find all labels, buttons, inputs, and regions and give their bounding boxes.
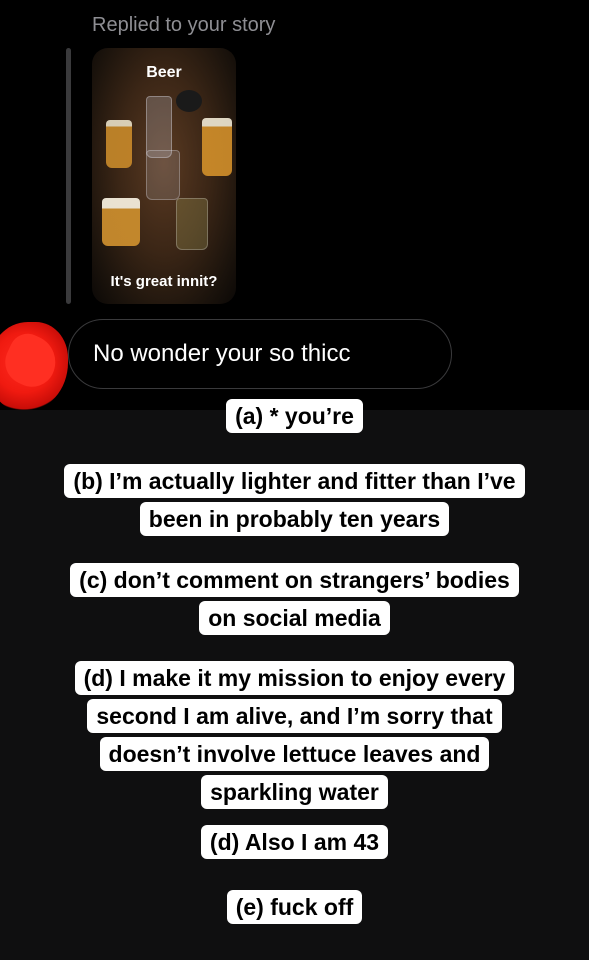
beer-glass xyxy=(106,120,132,168)
story-thumbnail[interactable]: Beer It's great innit? xyxy=(92,48,236,304)
story-caption: It's great innit? xyxy=(110,273,218,290)
beer-glass xyxy=(102,198,140,246)
empty-glass xyxy=(146,96,172,158)
caption-line: (e) fuck off xyxy=(226,890,363,924)
empty-glass xyxy=(146,150,180,200)
caption-line: (c) don’t comment on strangers’ bodies xyxy=(70,563,519,597)
caption-line: (b) I’m actually lighter and fitter than… xyxy=(64,464,525,498)
caption-line: (d) Also I am 43 xyxy=(200,825,389,859)
photo-object xyxy=(176,90,202,112)
message-text: No wonder your so thicc xyxy=(93,340,351,367)
caption-d: (d) I make it my mission to enjoy every … xyxy=(0,661,589,809)
caption-c: (c) don’t comment on strangers’ bodies o… xyxy=(0,563,589,635)
caption-e: (e) fuck off xyxy=(0,890,589,924)
caption-line: been in probably ten years xyxy=(139,502,450,536)
caption-b: (b) I’m actually lighter and fitter than… xyxy=(0,464,589,536)
beer-glass xyxy=(202,118,232,176)
caption-a: (a) * you’re xyxy=(0,399,589,433)
caption-line: (d) I make it my mission to enjoy every xyxy=(74,661,515,695)
laughing-emoji-icon: 😂 xyxy=(358,339,389,369)
caption-line: sparkling water xyxy=(201,775,388,809)
caption-line: (a) * you’re xyxy=(226,399,363,433)
story-title: Beer xyxy=(146,64,182,81)
reply-indicator-bar xyxy=(66,48,71,304)
caption-line: second I am alive, and I’m sorry that xyxy=(87,699,502,733)
caption-line: on social media xyxy=(199,601,390,635)
empty-glass xyxy=(176,198,208,250)
caption-d-age: (d) Also I am 43 xyxy=(0,825,589,859)
caption-line: doesn’t involve lettuce leaves and xyxy=(99,737,490,771)
message-bubble[interactable]: No wonder your so thicc 😂 xyxy=(68,319,452,389)
reply-header: Replied to your story xyxy=(92,14,276,36)
